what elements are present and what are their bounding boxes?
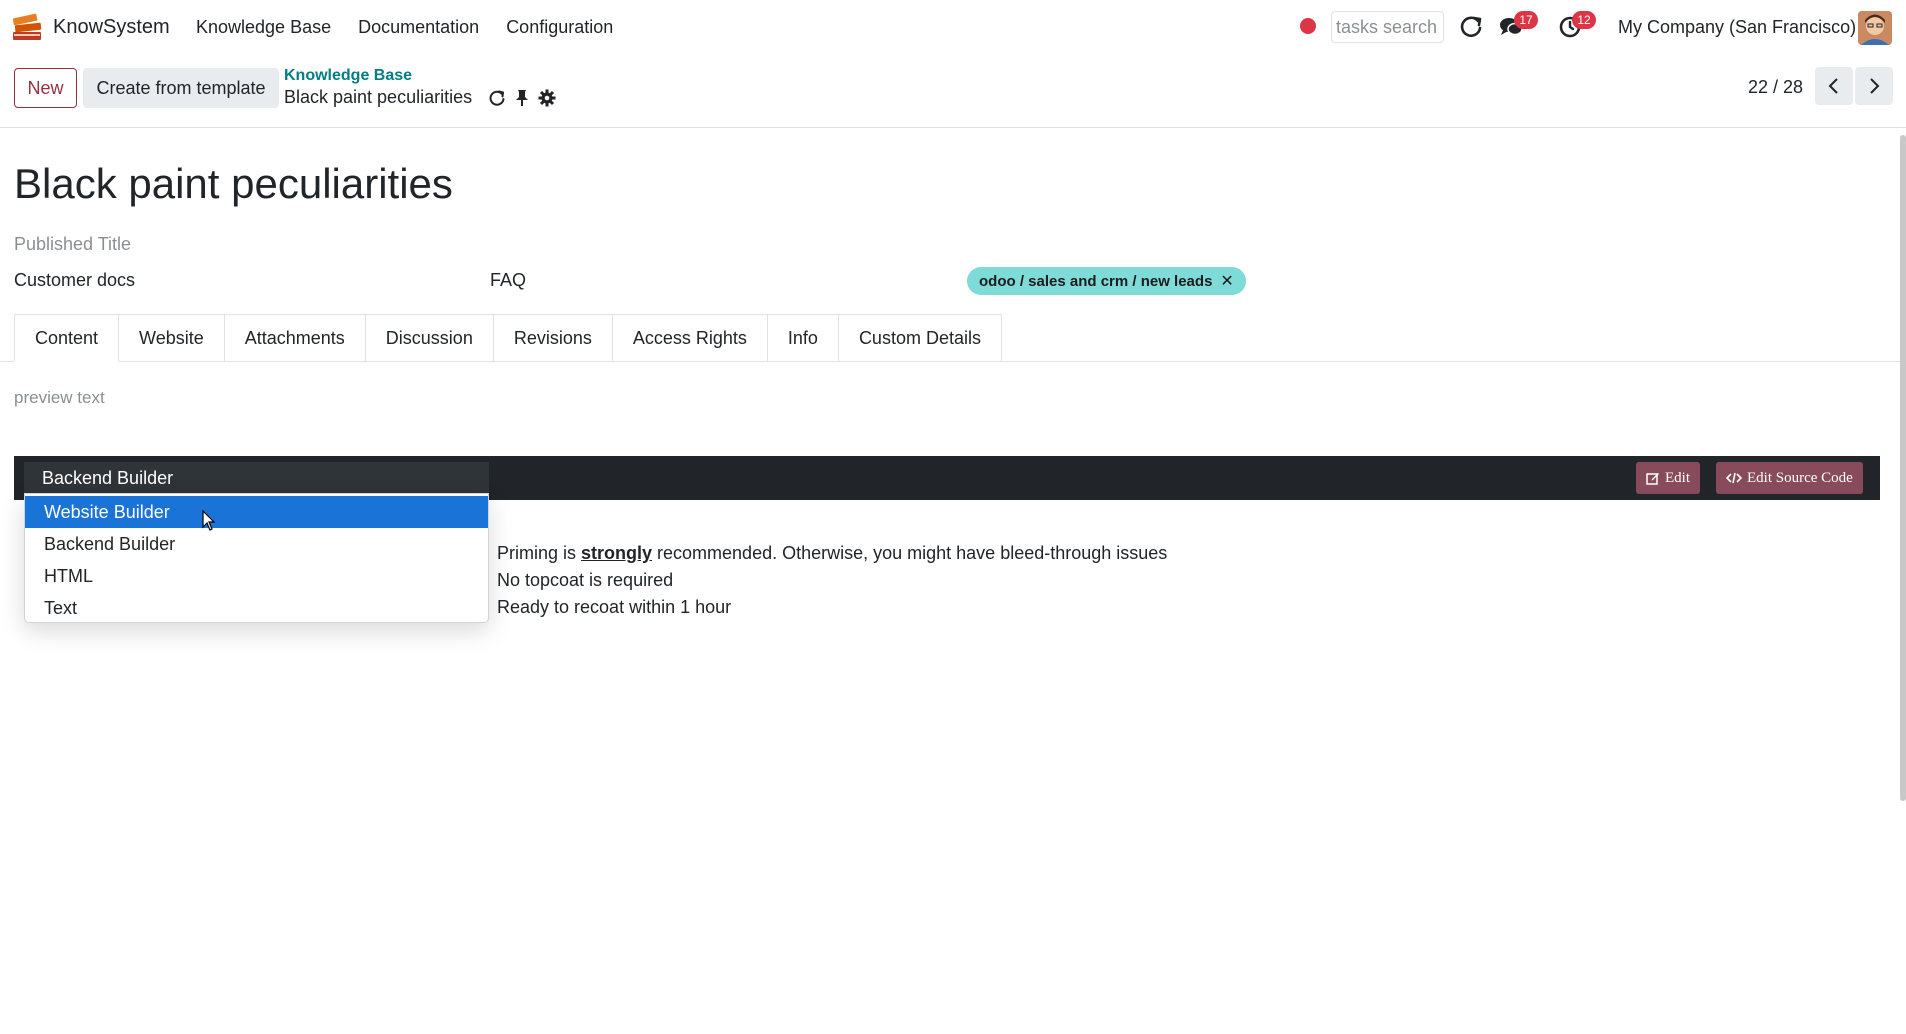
top-navbar: KnowSystem Knowledge Base Documentation … bbox=[0, 0, 1906, 55]
pager-previous-button[interactable] bbox=[1815, 67, 1853, 105]
tab-info[interactable]: Info bbox=[767, 314, 839, 362]
tab-content[interactable]: Content bbox=[14, 314, 120, 362]
editor-mode-select[interactable]: Backend Builder bbox=[24, 462, 489, 494]
pager-next-button[interactable] bbox=[1855, 67, 1893, 105]
article-title[interactable]: Black paint peculiarities bbox=[14, 160, 453, 208]
tag-remove-icon[interactable]: ✕ bbox=[1220, 271, 1233, 291]
edit-button-label: Edit bbox=[1665, 469, 1690, 486]
messages-count-badge: 17 bbox=[1514, 11, 1538, 29]
type-field[interactable]: FAQ bbox=[490, 270, 526, 291]
section-field[interactable]: Customer docs bbox=[14, 270, 135, 291]
published-title-field[interactable]: Published Title bbox=[14, 234, 131, 255]
preview-text-field[interactable]: preview text bbox=[14, 388, 105, 408]
refresh-icon[interactable] bbox=[1458, 14, 1484, 40]
user-avatar[interactable] bbox=[1858, 11, 1892, 45]
breadcrumb-parent[interactable]: Knowledge Base bbox=[284, 67, 412, 85]
editor-mode-dropdown: Website Builder Backend Builder HTML Tex… bbox=[24, 493, 489, 623]
pencil-square-icon bbox=[1646, 473, 1659, 485]
chevron-left-icon bbox=[1828, 78, 1838, 94]
content-line-1: Priming is strongly recommended. Otherwi… bbox=[497, 543, 1168, 563]
user-avatar-icon bbox=[1858, 11, 1892, 45]
tag-badge: odoo / sales and crm / new leads ✕ bbox=[967, 267, 1246, 295]
new-button[interactable]: New bbox=[14, 68, 77, 108]
tag-label: odoo / sales and crm / new leads bbox=[979, 272, 1213, 290]
breadcrumb-current: Black paint peculiarities bbox=[284, 87, 556, 108]
edit-source-code-button[interactable]: Edit Source Code bbox=[1716, 462, 1863, 494]
edit-source-code-label: Edit Source Code bbox=[1747, 469, 1853, 486]
tab-revisions[interactable]: Revisions bbox=[493, 314, 613, 362]
recording-indicator-icon[interactable] bbox=[1300, 18, 1316, 34]
tasks-search-input[interactable] bbox=[1331, 11, 1444, 43]
control-panel: New Create from template Knowledge Base … bbox=[0, 62, 1906, 128]
option-html[interactable]: HTML bbox=[25, 560, 488, 592]
pager-value[interactable]: 22 / 28 bbox=[1748, 77, 1803, 98]
chevron-right-icon bbox=[1870, 78, 1880, 94]
tab-website[interactable]: Website bbox=[119, 314, 225, 362]
tab-custom-details[interactable]: Custom Details bbox=[838, 314, 1002, 362]
menu-configuration[interactable]: Configuration bbox=[506, 17, 613, 38]
content-emphasis: strongly bbox=[581, 543, 653, 563]
content-line-2: No topcoat is required bbox=[497, 570, 674, 590]
activities-count-badge: 12 bbox=[1572, 11, 1596, 29]
menu-documentation[interactable]: Documentation bbox=[358, 17, 479, 38]
content-line-3: Ready to recoat within 1 hour bbox=[497, 597, 732, 617]
books-logo-icon[interactable] bbox=[10, 10, 44, 44]
article-content[interactable]: Priming is strongly recommended. Otherwi… bbox=[497, 540, 1167, 621]
menu-knowledge-base[interactable]: Knowledge Base bbox=[196, 17, 331, 38]
tab-access-rights[interactable]: Access Rights bbox=[612, 314, 768, 362]
pin-icon[interactable] bbox=[514, 89, 530, 107]
app-name[interactable]: KnowSystem bbox=[53, 16, 170, 39]
mouse-cursor-icon bbox=[202, 510, 216, 531]
tab-attachments[interactable]: Attachments bbox=[224, 314, 366, 362]
refresh-icon[interactable] bbox=[488, 89, 506, 107]
vertical-scrollbar[interactable] bbox=[1900, 135, 1906, 801]
create-from-template-button[interactable]: Create from template bbox=[83, 68, 279, 108]
gear-icon[interactable] bbox=[538, 89, 556, 107]
company-switcher[interactable]: My Company (San Francisco) bbox=[1618, 17, 1856, 38]
form-tabs: Content Website Attachments Discussion R… bbox=[14, 314, 1002, 362]
main-menu: Knowledge Base Documentation Configurati… bbox=[196, 17, 613, 38]
code-icon bbox=[1726, 472, 1742, 484]
option-backend-builder[interactable]: Backend Builder bbox=[25, 528, 488, 560]
option-website-builder[interactable]: Website Builder bbox=[25, 496, 488, 528]
edit-button[interactable]: Edit bbox=[1636, 462, 1700, 494]
breadcrumb-current-label: Black paint peculiarities bbox=[284, 87, 473, 107]
tab-discussion[interactable]: Discussion bbox=[365, 314, 494, 362]
option-text[interactable]: Text bbox=[25, 592, 488, 624]
